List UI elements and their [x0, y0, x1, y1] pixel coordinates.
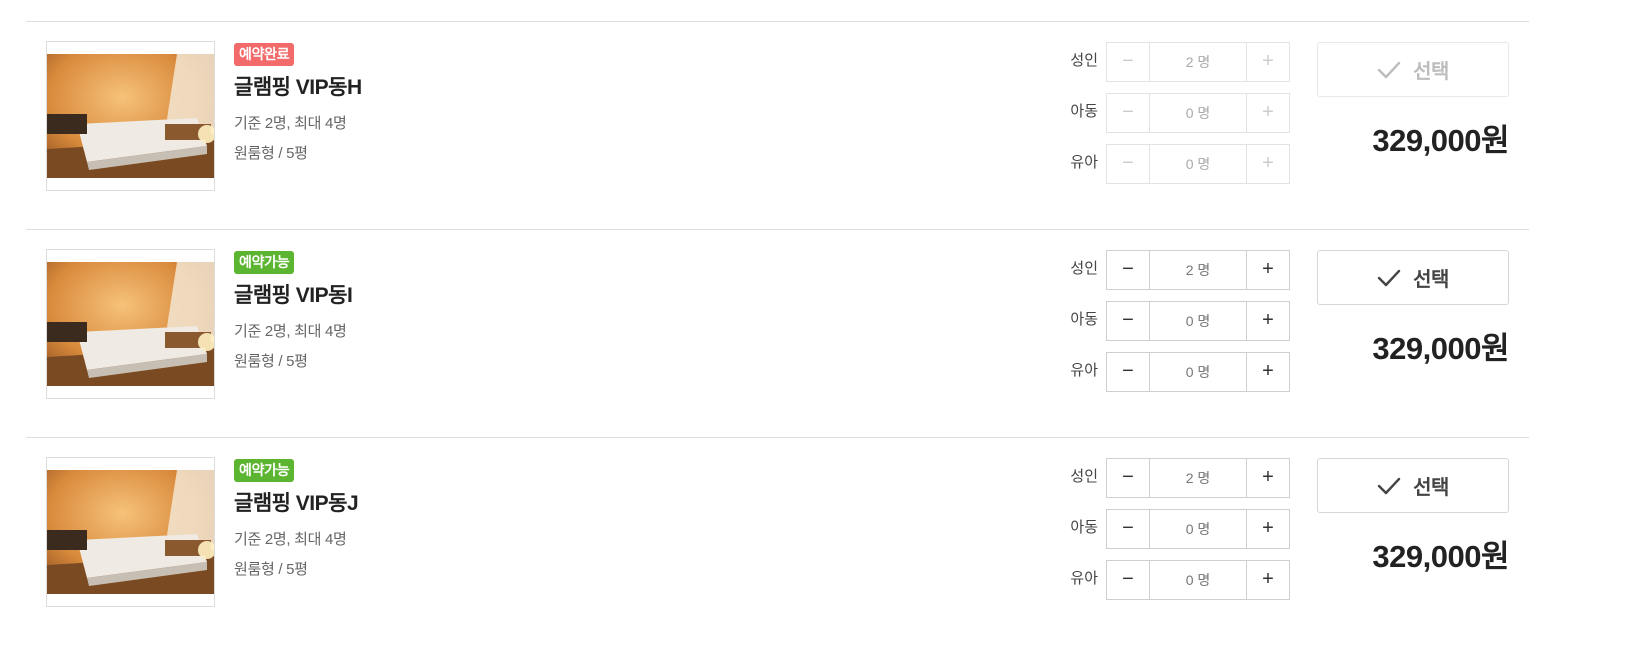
- infant-stepper: − 0 명 +: [1106, 144, 1290, 184]
- room-name[interactable]: 글램핑 VIP동J: [234, 487, 359, 517]
- checkmark-icon: [1377, 61, 1401, 78]
- plus-icon[interactable]: +: [1247, 302, 1289, 340]
- room-capacity: 기준 2명, 최대 4명: [234, 323, 347, 340]
- room-name[interactable]: 글램핑 VIP동H: [234, 71, 362, 101]
- guest-row-adult: 성인 − 2 명 +: [1066, 458, 1291, 498]
- guest-label: 아동: [1070, 311, 1098, 328]
- guest-label: 성인: [1070, 260, 1098, 277]
- adult-stepper: − 2 명 +: [1106, 458, 1290, 498]
- plus-icon[interactable]: +: [1247, 251, 1289, 289]
- minus-icon[interactable]: −: [1107, 145, 1149, 183]
- minus-icon[interactable]: −: [1107, 251, 1149, 289]
- room-type: 원룸형 / 5평: [234, 353, 308, 370]
- plus-icon[interactable]: +: [1247, 94, 1289, 132]
- guest-counters: 성인 − 2 명 + 아동 − 0 명 + 유아 − 0 명 +: [1066, 458, 1291, 600]
- room-photo[interactable]: [46, 457, 215, 607]
- guest-counters: 성인 − 2 명 + 아동 − 0 명 + 유아 − 0 명 +: [1066, 42, 1291, 184]
- guest-row-infant: 유아 − 0 명 +: [1066, 560, 1291, 600]
- adult-stepper: − 2 명 +: [1106, 250, 1290, 290]
- guest-label: 성인: [1070, 468, 1098, 485]
- guest-row-adult: 성인 − 2 명 +: [1066, 42, 1291, 82]
- room-photo-image: [47, 54, 214, 178]
- guest-row-adult: 성인 − 2 명 +: [1066, 250, 1291, 290]
- room-photo-image: [47, 262, 214, 386]
- room-info: 예약가능 글램핑 VIP동J 기준 2명, 최대 4명 원룸형 / 5평: [234, 459, 359, 579]
- guest-row-child: 아동 − 0 명 +: [1066, 301, 1291, 341]
- child-stepper: − 0 명 +: [1106, 509, 1290, 549]
- room-price: 329,000원: [1372, 539, 1509, 574]
- guest-count: 0 명: [1149, 510, 1247, 548]
- guest-label: 아동: [1070, 519, 1098, 536]
- guest-count: 2 명: [1149, 251, 1247, 289]
- select-button[interactable]: 선택: [1317, 458, 1509, 513]
- room-price: 329,000원: [1372, 123, 1509, 158]
- select-label: 선택: [1413, 61, 1449, 83]
- room-type: 원룸형 / 5평: [234, 145, 308, 162]
- guest-count: 0 명: [1149, 302, 1247, 340]
- guest-label: 성인: [1070, 52, 1098, 69]
- guest-count: 0 명: [1149, 145, 1247, 183]
- plus-icon[interactable]: +: [1247, 510, 1289, 548]
- room-photo[interactable]: [46, 41, 215, 191]
- room-price: 329,000원: [1372, 331, 1509, 366]
- plus-icon[interactable]: +: [1247, 561, 1289, 599]
- room-capacity: 기준 2명, 최대 4명: [234, 531, 347, 548]
- minus-icon[interactable]: −: [1107, 561, 1149, 599]
- minus-icon[interactable]: −: [1107, 459, 1149, 497]
- select-button[interactable]: 선택: [1317, 250, 1509, 305]
- minus-icon[interactable]: −: [1107, 353, 1149, 391]
- plus-icon[interactable]: +: [1247, 145, 1289, 183]
- room-capacity: 기준 2명, 최대 4명: [234, 115, 347, 132]
- minus-icon[interactable]: −: [1107, 94, 1149, 132]
- status-badge: 예약가능: [234, 251, 295, 274]
- adult-stepper: − 2 명 +: [1106, 42, 1290, 82]
- status-badge: 예약가능: [234, 459, 295, 482]
- guest-count: 0 명: [1149, 353, 1247, 391]
- guest-row-infant: 유아 − 0 명 +: [1066, 144, 1291, 184]
- plus-icon[interactable]: +: [1247, 43, 1289, 81]
- infant-stepper: − 0 명 +: [1106, 560, 1290, 600]
- guest-label: 유아: [1070, 362, 1098, 379]
- select-label: 선택: [1413, 477, 1449, 499]
- room-photo-image: [47, 470, 214, 594]
- guest-counters: 성인 − 2 명 + 아동 − 0 명 + 유아 − 0 명 +: [1066, 250, 1291, 392]
- checkmark-icon: [1377, 269, 1401, 286]
- infant-stepper: − 0 명 +: [1106, 352, 1290, 392]
- guest-label: 아동: [1070, 103, 1098, 120]
- select-label: 선택: [1413, 269, 1449, 291]
- status-badge: 예약완료: [234, 43, 295, 66]
- room-type: 원룸형 / 5평: [234, 561, 308, 578]
- room-info: 예약완료 글램핑 VIP동H 기준 2명, 최대 4명 원룸형 / 5평: [234, 43, 362, 163]
- room-photo[interactable]: [46, 249, 215, 399]
- room-info: 예약가능 글램핑 VIP동I 기준 2명, 최대 4명 원룸형 / 5평: [234, 251, 353, 371]
- room-item: 예약완료 글램핑 VIP동H 기준 2명, 최대 4명 원룸형 / 5평 성인 …: [26, 21, 1529, 229]
- minus-icon[interactable]: −: [1107, 43, 1149, 81]
- guest-label: 유아: [1070, 570, 1098, 587]
- room-item: 예약가능 글램핑 VIP동I 기준 2명, 최대 4명 원룸형 / 5평 성인 …: [26, 229, 1529, 437]
- minus-icon[interactable]: −: [1107, 302, 1149, 340]
- guest-row-child: 아동 − 0 명 +: [1066, 509, 1291, 549]
- select-button[interactable]: 선택: [1317, 42, 1509, 97]
- minus-icon[interactable]: −: [1107, 510, 1149, 548]
- child-stepper: − 0 명 +: [1106, 301, 1290, 341]
- room-name[interactable]: 글램핑 VIP동I: [234, 279, 353, 309]
- guest-count: 2 명: [1149, 459, 1247, 497]
- guest-label: 유아: [1070, 154, 1098, 171]
- guest-row-child: 아동 − 0 명 +: [1066, 93, 1291, 133]
- guest-count: 0 명: [1149, 94, 1247, 132]
- guest-count: 2 명: [1149, 43, 1247, 81]
- guest-row-infant: 유아 − 0 명 +: [1066, 352, 1291, 392]
- plus-icon[interactable]: +: [1247, 459, 1289, 497]
- guest-count: 0 명: [1149, 561, 1247, 599]
- checkmark-icon: [1377, 477, 1401, 494]
- room-list: 예약완료 글램핑 VIP동H 기준 2명, 최대 4명 원룸형 / 5평 성인 …: [26, 21, 1529, 645]
- plus-icon[interactable]: +: [1247, 353, 1289, 391]
- room-item: 예약가능 글램핑 VIP동J 기준 2명, 최대 4명 원룸형 / 5평 성인 …: [26, 437, 1529, 645]
- child-stepper: − 0 명 +: [1106, 93, 1290, 133]
